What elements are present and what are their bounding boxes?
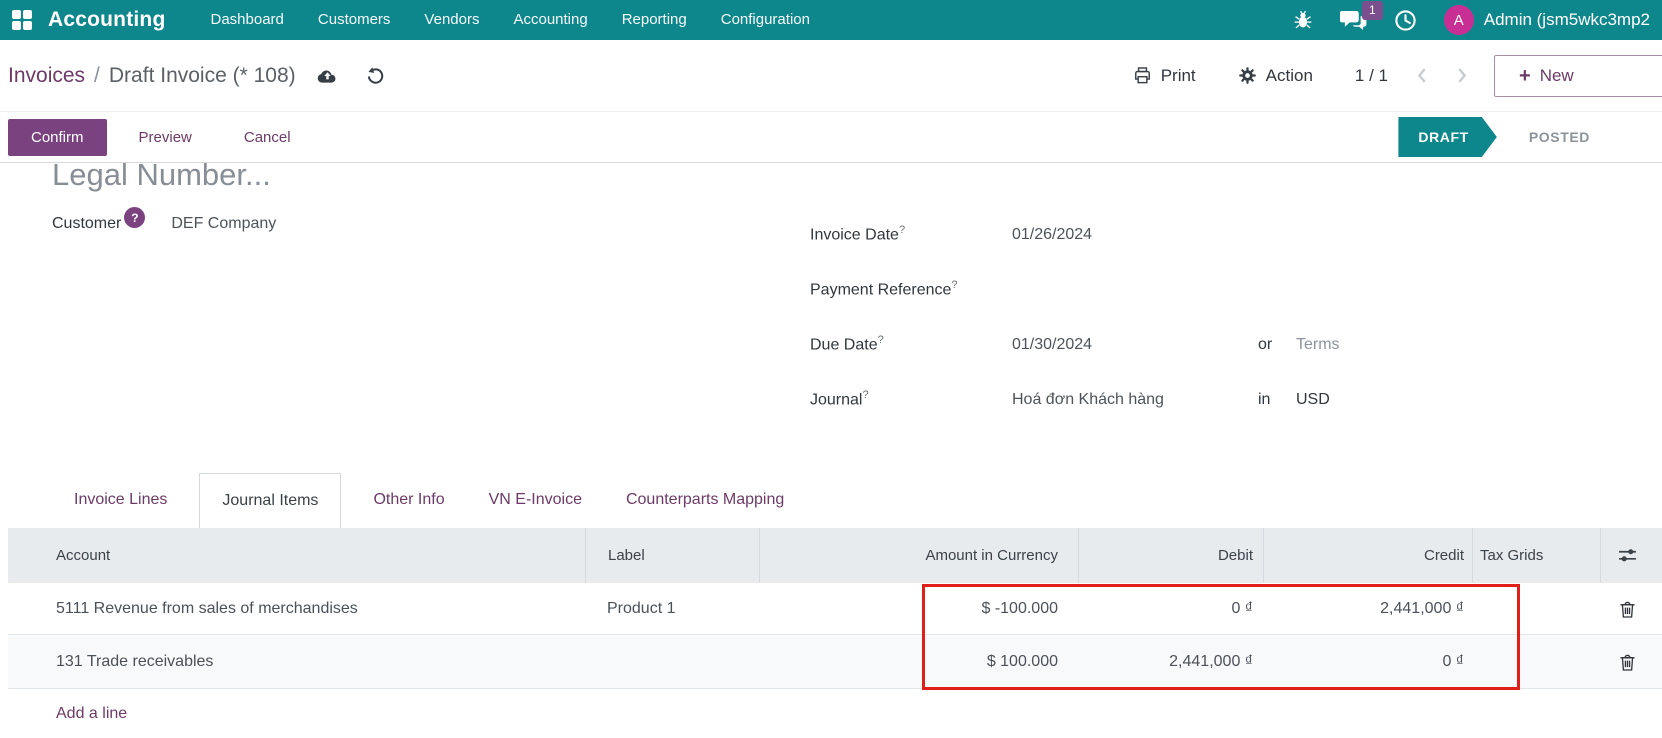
tab-vn-e-invoice[interactable]: VN E-Invoice bbox=[467, 473, 604, 528]
table-header-row: Account Label Amount in Currency Debit C… bbox=[8, 528, 1662, 583]
app-title: Accounting bbox=[48, 8, 166, 31]
new-button[interactable]: + New bbox=[1494, 54, 1662, 97]
add-a-line-link[interactable]: Add a line bbox=[56, 705, 127, 722]
customer-help-badge: ? bbox=[124, 207, 146, 228]
due-date-label: Due Date? bbox=[810, 334, 884, 354]
tab-counterparts-mapping[interactable]: Counterparts Mapping bbox=[604, 473, 806, 528]
save-cloud-icon[interactable] bbox=[316, 67, 339, 85]
nav-item-dashboard[interactable]: Dashboard bbox=[194, 0, 301, 40]
customer-label: Customer bbox=[52, 215, 122, 232]
due-date-row: Due Date? 01/30/2024 or Terms bbox=[810, 317, 1662, 372]
print-label: Print bbox=[1160, 65, 1196, 85]
print-button[interactable]: Print bbox=[1133, 66, 1196, 86]
gear-icon bbox=[1238, 67, 1256, 84]
cell-label[interactable]: Product 1 bbox=[585, 600, 759, 618]
journal-conjunction: in bbox=[1258, 390, 1271, 408]
tab-other-info[interactable]: Other Info bbox=[351, 473, 466, 528]
discard-undo-icon[interactable] bbox=[365, 66, 385, 86]
nav-item-reporting[interactable]: Reporting bbox=[605, 0, 704, 40]
action-button[interactable]: Action bbox=[1238, 66, 1313, 86]
column-header-credit: Credit bbox=[1263, 528, 1472, 583]
breadcrumb-current: Draft Invoice (* 108) bbox=[108, 63, 296, 87]
sliders-icon bbox=[1619, 549, 1636, 562]
cell-amount-in-currency[interactable]: $ 100.000 bbox=[759, 653, 1078, 671]
avatar: A bbox=[1443, 5, 1474, 35]
user-name: Admin (jsm5wkc3mp2 bbox=[1483, 10, 1650, 29]
trash-icon bbox=[1619, 654, 1635, 671]
action-label: Action bbox=[1265, 65, 1313, 85]
preview-button[interactable]: Preview bbox=[119, 119, 212, 156]
help-mark: ? bbox=[951, 279, 958, 292]
column-header-account: Account bbox=[56, 547, 111, 564]
cell-account[interactable]: 131 Trade receivables bbox=[8, 653, 585, 671]
plus-icon: + bbox=[1519, 64, 1531, 87]
due-date-conjunction: or bbox=[1258, 335, 1273, 353]
invoice-date-label: Invoice Date? bbox=[810, 224, 906, 244]
breadcrumb-separator: / bbox=[94, 63, 100, 87]
pager-previous-icon[interactable] bbox=[1416, 67, 1427, 84]
tab-invoice-lines[interactable]: Invoice Lines bbox=[52, 473, 189, 528]
nav-item-configuration[interactable]: Configuration bbox=[704, 0, 827, 40]
tab-journal-items[interactable]: Journal Items bbox=[199, 473, 342, 528]
payment-terms-link[interactable]: Terms bbox=[1296, 336, 1340, 354]
column-header-amount-in-currency: Amount in Currency bbox=[759, 528, 1078, 583]
cell-amount-in-currency[interactable]: $ -100.000 bbox=[759, 600, 1078, 618]
table-row: 5111 Revenue from sales of merchandises … bbox=[8, 583, 1662, 635]
status-posted[interactable]: POSTED bbox=[1529, 129, 1590, 145]
pager-counter: 1 / 1 bbox=[1354, 65, 1388, 85]
nav-item-customers[interactable]: Customers bbox=[301, 0, 408, 40]
legal-number-field[interactable]: Legal Number... bbox=[52, 163, 1662, 195]
help-mark: ? bbox=[898, 224, 906, 237]
cancel-button[interactable]: Cancel bbox=[224, 119, 311, 156]
journal-label: Journal? bbox=[810, 389, 869, 409]
help-mark: ? bbox=[877, 334, 884, 347]
top-navbar: Accounting Dashboard Customers Vendors A… bbox=[0, 0, 1662, 40]
payment-reference-label: Payment Reference? bbox=[810, 279, 958, 299]
apps-menu-icon[interactable] bbox=[12, 10, 32, 30]
nav-item-accounting[interactable]: Accounting bbox=[496, 0, 604, 40]
journal-row: Journal? Hoá đơn Khách hàng in USD bbox=[810, 372, 1662, 427]
due-date-value[interactable]: 01/30/2024 bbox=[1012, 336, 1258, 354]
nav-item-vendors[interactable]: Vendors bbox=[407, 0, 496, 40]
cell-account[interactable]: 5111 Revenue from sales of merchandises bbox=[8, 600, 585, 618]
cell-debit[interactable]: 2,441,000 ₫ bbox=[1078, 653, 1263, 671]
column-header-tax-grids: Tax Grids bbox=[1472, 528, 1600, 583]
messages-icon[interactable]: 1 bbox=[1339, 0, 1383, 31]
journal-items-table: Account Label Amount in Currency Debit C… bbox=[8, 528, 1662, 723]
invoice-form-sheet: Legal Number... Customer ? DEF Company I… bbox=[0, 163, 1662, 738]
cell-credit[interactable]: 0 ₫ bbox=[1263, 653, 1472, 671]
payment-reference-row: Payment Reference? bbox=[810, 262, 1662, 317]
column-header-debit: Debit bbox=[1078, 528, 1263, 583]
column-header-label: Label bbox=[585, 528, 759, 583]
invoice-date-value[interactable]: 01/26/2024 bbox=[1012, 226, 1258, 244]
invoice-date-row: Invoice Date? 01/26/2024 bbox=[810, 207, 1662, 262]
optional-columns-button[interactable] bbox=[1600, 528, 1654, 583]
cell-debit[interactable]: 0 ₫ bbox=[1078, 600, 1263, 618]
debug-bug-icon[interactable] bbox=[1293, 10, 1313, 30]
notebook-tabs: Invoice Lines Journal Items Other Info V… bbox=[0, 473, 1662, 528]
new-label: New bbox=[1539, 65, 1574, 85]
journal-value[interactable]: Hoá đơn Khách hàng bbox=[1012, 391, 1258, 409]
breadcrumb: Invoices / Draft Invoice (* 108) bbox=[8, 64, 296, 88]
trash-icon bbox=[1619, 601, 1635, 618]
pager-next-icon[interactable] bbox=[1457, 67, 1468, 84]
table-row: 131 Trade receivables $ 100.000 2,441,00… bbox=[8, 635, 1662, 689]
confirm-button[interactable]: Confirm bbox=[8, 118, 107, 156]
user-menu[interactable]: A Admin (jsm5wkc3mp2 bbox=[1443, 5, 1650, 35]
cell-credit[interactable]: 2,441,000 ₫ bbox=[1263, 600, 1472, 618]
journal-currency: USD bbox=[1296, 390, 1330, 408]
control-panel: Invoices / Draft Invoice (* 108) Print A… bbox=[0, 40, 1662, 112]
status-draft-badge[interactable]: DRAFT bbox=[1398, 117, 1496, 157]
message-count-badge: 1 bbox=[1362, 0, 1383, 20]
delete-row-button[interactable] bbox=[1600, 600, 1654, 618]
customer-value[interactable]: DEF Company bbox=[171, 215, 276, 233]
activities-clock-icon[interactable] bbox=[1394, 9, 1417, 32]
help-mark: ? bbox=[862, 389, 869, 402]
breadcrumb-invoices-link[interactable]: Invoices bbox=[8, 64, 85, 88]
print-icon bbox=[1134, 67, 1150, 84]
add-line-row: Add a line bbox=[8, 689, 1662, 723]
form-statusbar: Confirm Preview Cancel DRAFT POSTED bbox=[0, 112, 1662, 163]
delete-row-button[interactable] bbox=[1600, 653, 1654, 671]
